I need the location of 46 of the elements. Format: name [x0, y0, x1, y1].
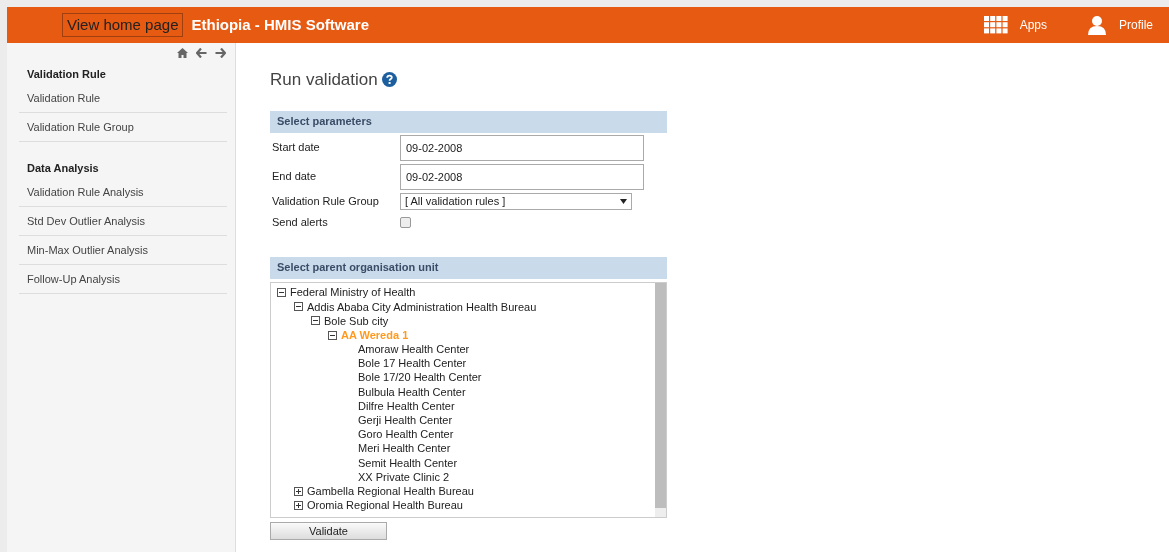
tree-node[interactable]: Amoraw Health Center [358, 341, 470, 358]
dropdown[interactable]: [ All validation rules ] [400, 192, 632, 210]
back-arrow-icon[interactable] [196, 48, 207, 58]
sidebar-link[interactable]: Std Dev Outlier Analysis [19, 207, 227, 236]
sidebar-link[interactable]: Validation Rule [19, 84, 227, 113]
tree-node[interactable]: Meri Health Center [358, 440, 451, 457]
apps-button[interactable]: Apps [983, 16, 1047, 34]
field-label: Start date [271, 140, 321, 156]
tree-node[interactable]: Goro Health Center [358, 426, 454, 443]
user-icon [1087, 15, 1107, 35]
app-title: Ethiopia - HMIS Software [191, 14, 369, 35]
field-label: Send alerts [271, 214, 329, 230]
logo-placeholder[interactable]: View home page [62, 13, 184, 37]
sidebar-link[interactable]: Validation Rule Group [19, 113, 227, 142]
dropdown-arrow-icon [620, 198, 627, 204]
collapse-icon[interactable] [294, 302, 303, 312]
tree-node[interactable]: Federal Ministry of Health [290, 284, 416, 301]
collapse-icon[interactable] [277, 288, 286, 298]
sidebar-link[interactable]: Follow-Up Analysis [19, 265, 227, 294]
section-header: Select parent organisation unit [270, 256, 667, 279]
checkbox[interactable] [400, 216, 411, 228]
section-heading: Data Analysis [26, 160, 100, 176]
date-field[interactable]: 09-02-2008 [400, 163, 644, 190]
help-icon[interactable] [381, 72, 397, 88]
sidebar-link[interactable]: Validation Rule Analysis [19, 178, 227, 207]
expand-icon[interactable] [294, 486, 303, 496]
section-header: Select parameters [270, 110, 667, 133]
home-icon[interactable] [177, 48, 188, 58]
date-field[interactable]: 09-02-2008 [400, 134, 644, 161]
profile-button[interactable]: Profile [1087, 15, 1153, 35]
collapse-icon[interactable] [311, 316, 320, 326]
field-label: End date [271, 169, 318, 185]
tree-node[interactable]: Bole 17/20 Health Center [358, 369, 482, 386]
sidebar-link[interactable]: Min-Max Outlier Analysis [19, 236, 227, 265]
scrollbar[interactable] [655, 282, 666, 517]
tree-node[interactable]: Oromia Regional Health Bureau [307, 497, 463, 514]
forward-arrow-icon[interactable] [215, 48, 226, 58]
tree-node[interactable]: Bole 17 Health Center [358, 355, 467, 372]
section-heading: Validation Rule [26, 66, 107, 82]
field-label: Validation Rule Group [271, 193, 380, 209]
tree-node[interactable]: Gerji Health Center [358, 412, 453, 429]
collapse-icon[interactable] [328, 330, 337, 340]
validate-button[interactable]: Validate [270, 521, 387, 540]
page-title: Run validation [270, 69, 378, 91]
grid-icon [983, 16, 1008, 34]
expand-icon[interactable] [294, 500, 303, 510]
